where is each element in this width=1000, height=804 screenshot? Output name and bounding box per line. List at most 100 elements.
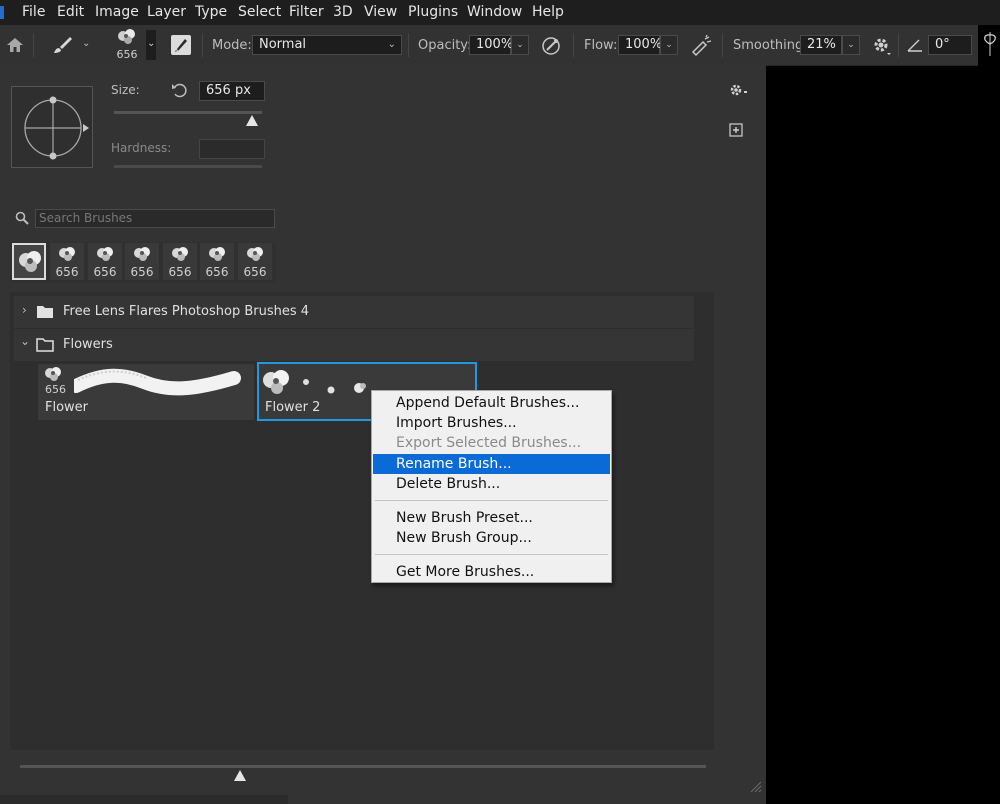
menu-filter[interactable]: Filter xyxy=(289,4,324,20)
folder-icon xyxy=(37,306,53,318)
brush-tool-icon[interactable] xyxy=(52,35,74,55)
hardness-slider[interactable] xyxy=(114,165,262,168)
menu-window[interactable]: Window xyxy=(467,4,522,20)
flower-brush-icon xyxy=(45,367,61,381)
recent-brush-tile[interactable] xyxy=(12,243,46,280)
recent-brush-tile[interactable]: 656 xyxy=(50,243,84,280)
group-name: Flowers xyxy=(63,337,113,352)
brush-group-row[interactable]: ⌄ Flowers xyxy=(14,329,694,361)
stroke-preview xyxy=(74,368,241,396)
panel-footer-strip xyxy=(0,795,288,804)
opacity-dropdown[interactable]: ⌄ xyxy=(511,35,529,55)
brush-size-readout: 656 xyxy=(116,48,138,61)
flower-brush-icon xyxy=(172,247,188,261)
recent-brush-size: 656 xyxy=(55,265,79,279)
menu-edit[interactable]: Edit xyxy=(57,4,84,20)
hardness-label: Hardness: xyxy=(111,141,172,155)
chevron-down-icon[interactable]: ⌄ xyxy=(20,334,30,348)
recent-brush-size: 656 xyxy=(205,265,229,279)
pressure-opacity-icon[interactable] xyxy=(540,35,562,57)
menu-separator xyxy=(375,500,608,501)
angle-input[interactable]: 0° xyxy=(928,35,972,55)
menu-layer[interactable]: Layer xyxy=(147,4,186,20)
recent-brush-tile[interactable]: 656 xyxy=(163,243,197,280)
menu-item-new-group[interactable]: New Brush Group... xyxy=(373,528,610,548)
search-input[interactable]: Search Brushes xyxy=(35,209,275,228)
flower-brush-icon xyxy=(19,251,41,272)
context-menu: Append Default Brushes... Import Brushes… xyxy=(371,390,612,583)
home-icon[interactable] xyxy=(5,36,25,54)
angle-icon xyxy=(906,37,924,53)
opacity-label: Opacity: xyxy=(418,38,472,53)
menu-item-get-more[interactable]: Get More Brushes... xyxy=(373,562,610,582)
recent-brush-size: 656 xyxy=(168,265,192,279)
brush-name: Flower 2 xyxy=(265,400,321,415)
flower-brush-icon xyxy=(59,247,75,261)
size-slider[interactable] xyxy=(114,111,262,114)
smoothing-dropdown[interactable]: ⌄ xyxy=(842,35,860,55)
flow-input[interactable]: 100% xyxy=(618,35,662,55)
smoothing-label: Smoothing: xyxy=(733,38,808,53)
reset-icon[interactable] xyxy=(170,82,188,98)
flower-brush-icon xyxy=(97,247,113,261)
menu-image[interactable]: Image xyxy=(95,4,139,20)
menu-item-delete[interactable]: Delete Brush... xyxy=(373,474,610,494)
brush-item-flower[interactable]: 656 Flower xyxy=(38,364,254,420)
brush-preset-dropdown[interactable]: ⌄ xyxy=(146,30,156,60)
menu-bar: File Edit Image Layer Type Select Filter… xyxy=(0,0,1000,25)
mode-value: Normal xyxy=(259,37,307,52)
recent-brush-tile[interactable]: 656 xyxy=(200,243,234,280)
hardness-input[interactable] xyxy=(199,139,265,159)
brush-group-row[interactable]: › Free Lens Flares Photoshop Brushes 4 xyxy=(14,296,694,328)
brush-name: Flower xyxy=(45,400,89,415)
recent-brush-tile[interactable]: 656 xyxy=(238,243,272,280)
folder-open-icon xyxy=(36,338,54,352)
thumbnail-size-slider[interactable] xyxy=(20,765,706,768)
gear-icon[interactable] xyxy=(872,36,892,56)
symmetry-icon[interactable] xyxy=(980,32,1000,56)
resize-grip-icon[interactable] xyxy=(748,779,762,793)
flow-dropdown[interactable]: ⌄ xyxy=(660,35,678,55)
recent-brush-size: 656 xyxy=(93,265,117,279)
flow-label: Flow: xyxy=(584,38,618,53)
smoothing-input[interactable]: 21% xyxy=(800,35,842,55)
flower-brush-icon xyxy=(134,247,150,261)
airbrush-icon[interactable] xyxy=(689,34,713,57)
menu-item-rename[interactable]: Rename Brush... xyxy=(373,454,610,474)
chevron-down-icon: ⌄ xyxy=(147,38,156,49)
thumbnail-size-thumb[interactable] xyxy=(233,770,246,781)
chevron-right-icon[interactable]: › xyxy=(22,303,27,317)
recent-brush-size: 656 xyxy=(243,265,267,279)
brush-size: 656 xyxy=(45,383,66,396)
panel-gear-icon[interactable] xyxy=(729,82,749,98)
menu-item-new-preset[interactable]: New Brush Preset... xyxy=(373,508,610,528)
menu-3d[interactable]: 3D xyxy=(333,4,353,20)
menu-separator xyxy=(375,554,608,555)
tool-preset-chevron-icon[interactable]: ⌄ xyxy=(82,38,90,49)
menu-item-export-selected: Export Selected Brushes... xyxy=(396,435,582,451)
brush-tip-preview[interactable] xyxy=(11,86,93,168)
menu-help[interactable]: Help xyxy=(532,4,564,20)
menu-type[interactable]: Type xyxy=(195,4,227,20)
recent-brush-tile[interactable]: 656 xyxy=(88,243,122,280)
size-input[interactable]: 656 px xyxy=(199,81,265,101)
new-group-icon[interactable] xyxy=(729,123,743,137)
brush-preset-picker[interactable]: 656 xyxy=(112,28,142,62)
brush-settings-icon[interactable] xyxy=(171,35,191,55)
size-slider-thumb[interactable] xyxy=(245,115,258,126)
menu-select[interactable]: Select xyxy=(238,4,281,20)
mode-select[interactable]: Normal ⌄ xyxy=(252,35,402,55)
menu-plugins[interactable]: Plugins xyxy=(408,4,458,20)
menu-view[interactable]: View xyxy=(364,4,397,20)
menu-item-append-default[interactable]: Append Default Brushes... xyxy=(373,393,610,413)
recent-brush-tile[interactable]: 656 xyxy=(125,243,159,280)
flower-brush-icon xyxy=(209,247,225,261)
app-logo-icon xyxy=(0,6,4,19)
size-label: Size: xyxy=(111,83,140,97)
brush-preset-icon xyxy=(118,29,135,44)
menu-file[interactable]: File xyxy=(22,4,45,20)
flower-brush-icon xyxy=(247,247,263,261)
menu-item-import[interactable]: Import Brushes... xyxy=(373,413,610,433)
opacity-input[interactable]: 100% xyxy=(469,35,513,55)
mode-label: Mode: xyxy=(212,38,252,53)
